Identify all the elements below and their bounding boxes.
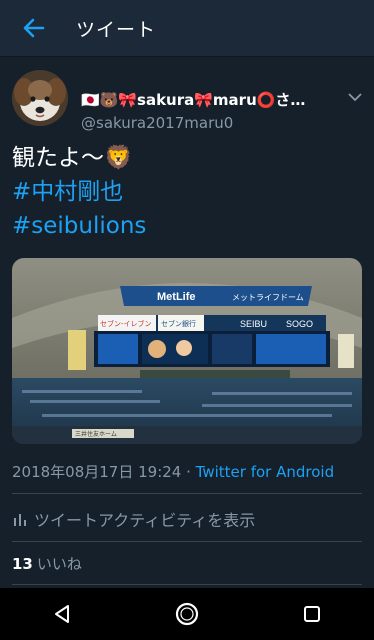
board-sign: セブン銀行 [161,319,196,328]
display-name[interactable]: 🇯🇵🐻🎀sakura🎀maru⭕さ… [81,89,305,110]
chevron-down-icon[interactable] [348,92,362,102]
banner-logo: MetLife [157,291,196,303]
hashtag-link[interactable]: #seibulions [12,209,362,243]
board-sign: SEIBU [240,319,267,329]
nav-home-button[interactable] [163,590,211,638]
tweet-text: 観たよ～🦁 #中村剛也 #seibulions [12,141,362,243]
hashtag-link[interactable]: #中村剛也 [12,175,362,209]
tweet-detail: 🇯🇵🐻🎀sakura🎀maru⭕さ… @sakura2017maru0 観たよ～… [0,57,374,585]
square-recents-icon [303,606,320,622]
banner-text: メットライフドーム [232,293,304,302]
meta-separator: · [181,463,196,481]
tweet-activity-link[interactable]: ツイートアクティビティを表示 [12,504,362,534]
tweet-photo[interactable]: MetLife メットライフドーム セブン-イレブン セブン銀行 SEIBU S… [12,258,362,444]
tweet-text-line: 観たよ～🦁 [12,145,133,171]
timestamp: 2018年08月17日 19:24 [12,463,182,481]
app-bar: ツイート [0,0,374,57]
display-name-row: 🇯🇵🐻🎀sakura🎀maru⭕さ… [81,88,321,110]
page-title: ツイート [76,18,157,41]
divider [12,584,362,585]
avatar[interactable] [12,70,68,126]
likes-link[interactable]: 13 いいね [12,553,82,574]
tweet-meta: 2018年08月17日 19:24 · Twitter for Android [12,461,334,482]
source-link[interactable]: Twitter for Android [196,463,334,481]
nav-recents-button[interactable] [288,590,336,638]
user-handle[interactable]: @sakura2017maru0 [81,114,233,132]
nav-back-button[interactable] [38,590,86,638]
back-button[interactable] [20,14,48,42]
board-sign: SOGO [286,319,313,329]
system-navigation-bar [0,588,374,640]
tweet-author[interactable]: 🇯🇵🐻🎀sakura🎀maru⭕さ… @sakura2017maru0 [12,70,362,132]
likes-label: いいね [36,555,82,573]
activity-label: ツイートアクティビティを表示 [34,511,256,530]
board-sign: セブン-イレブン [100,319,152,328]
sign-text: 三井住友ホーム [75,430,117,438]
likes-count: 13 [12,555,33,573]
divider [12,493,362,494]
circle-home-icon [175,602,199,626]
divider [12,541,362,542]
back-arrow-icon [23,18,45,38]
dog-avatar-image [12,70,68,126]
triangle-back-icon [55,605,70,623]
stadium-photo: MetLife メットライフドーム セブン-イレブン セブン銀行 SEIBU S… [12,258,362,444]
bar-chart-icon [14,514,26,526]
